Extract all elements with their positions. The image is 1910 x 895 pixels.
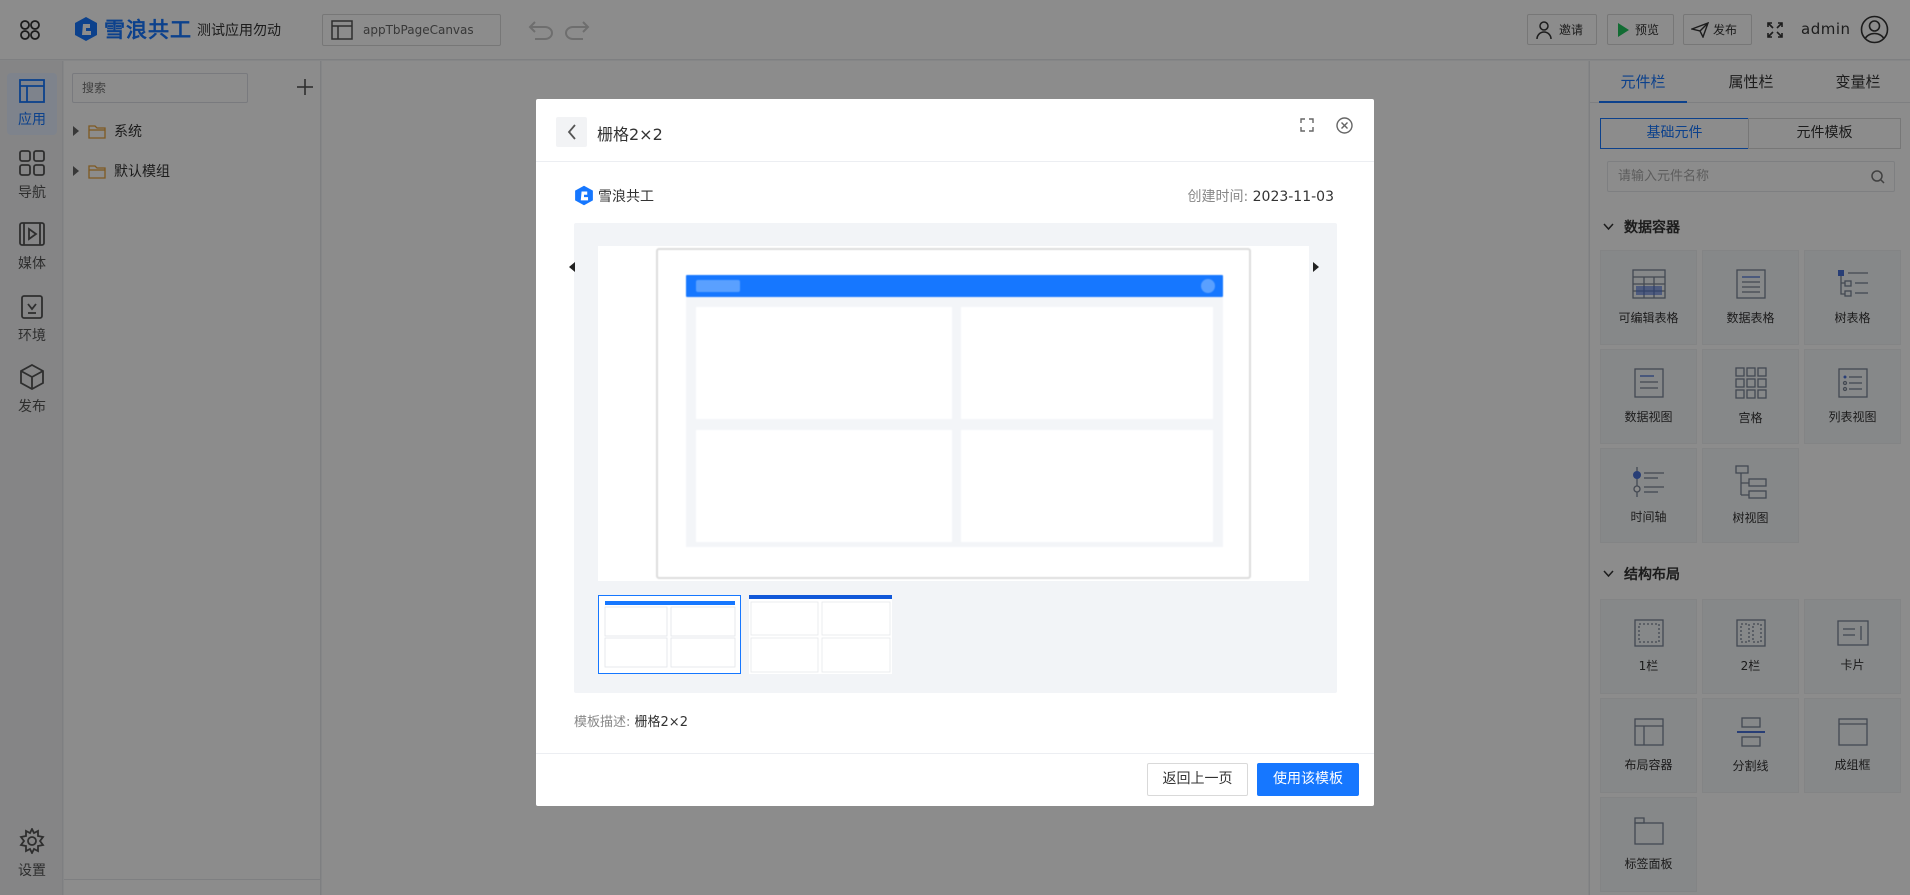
created-label: 创建时间: — [1187, 189, 1249, 205]
modal-header-divider — [536, 161, 1374, 162]
caret-left-icon[interactable] — [568, 261, 576, 273]
template-preview — [569, 223, 1337, 693]
modal-title: 栅格2×2 — [597, 125, 663, 144]
use-template-button[interactable]: 使用该模板 — [1257, 763, 1359, 796]
mock-grid-cell — [961, 430, 1213, 542]
brand-logo-icon — [574, 185, 594, 206]
description-label: 模板描述: — [574, 715, 631, 730]
close-icon[interactable] — [1336, 117, 1353, 134]
created-time: 创建时间: 2023-11-03 — [1187, 186, 1334, 206]
mock-header-bar — [686, 275, 1223, 297]
caret-right-icon[interactable] — [1312, 261, 1320, 273]
preview-main-image — [598, 246, 1309, 581]
mock-grid-cell — [696, 430, 952, 542]
mock-grid-body — [686, 297, 1223, 547]
preview-screenshot — [656, 248, 1251, 579]
expand-icon[interactable] — [1300, 118, 1314, 132]
mock-avatar-dot — [1201, 279, 1215, 293]
thumbnail-2[interactable] — [749, 595, 892, 674]
template-preview-modal: 栅格2×2 雪浪共工 创建时间: 2023-11-03 模板描述: 栅格2×2 … — [536, 99, 1374, 806]
thumbnail-1[interactable] — [598, 595, 741, 674]
mock-title-block — [696, 280, 740, 292]
back-to-previous-button[interactable]: 返回上一页 — [1147, 763, 1248, 796]
created-value: 2023-11-03 — [1252, 189, 1334, 205]
back-button[interactable] — [556, 117, 587, 147]
chevron-left-icon — [567, 124, 577, 140]
mock-grid-cell — [961, 307, 1213, 419]
mock-grid-cell — [696, 307, 952, 419]
description-value: 栅格2×2 — [634, 715, 688, 730]
template-description: 模板描述: 栅格2×2 — [574, 711, 688, 730]
thumbnail-strip — [598, 595, 1309, 681]
modal-footer-divider — [536, 753, 1374, 754]
template-brand-name: 雪浪共工 — [598, 188, 654, 205]
template-brand: 雪浪共工 — [574, 185, 654, 206]
